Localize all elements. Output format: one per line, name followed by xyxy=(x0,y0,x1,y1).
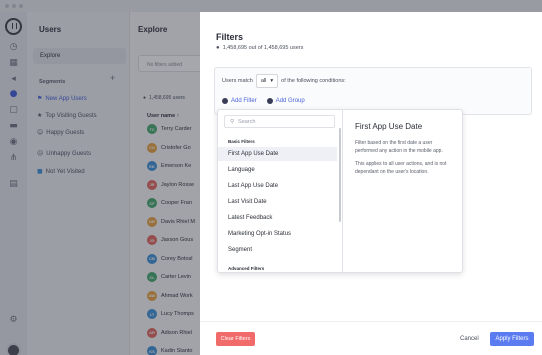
search-placeholder: Search xyxy=(238,118,256,125)
users-match-label: Users match xyxy=(222,78,253,84)
filters-footer: Clear Filters Cancel Apply Filters xyxy=(200,321,542,355)
clear-filters-button[interactable]: Clear Filters xyxy=(216,332,255,346)
filters-count-text: 1,458,695 out of 1,458,695 users xyxy=(222,45,304,51)
condition-actions: Add Filter Add Group xyxy=(222,98,305,104)
detail-description: Filter based on the first date a user pe… xyxy=(355,140,443,154)
filter-option[interactable]: First App Use Date xyxy=(218,147,337,161)
filter-option[interactable]: Last App Use Date xyxy=(218,179,337,193)
filter-option[interactable]: Marketing Opt-in Status xyxy=(218,227,337,241)
add-filter-label: Add Filter xyxy=(231,98,257,104)
match-select[interactable]: all ▾ xyxy=(255,74,279,88)
filter-search-input[interactable]: ⚲ Search xyxy=(224,115,335,128)
filter-group-label-advanced: Advanced Filters xyxy=(228,266,265,271)
filter-option[interactable]: Last Visit Date xyxy=(218,195,337,209)
users-icon: ● xyxy=(216,45,220,51)
filter-detail: First App Use Date Filter based on the f… xyxy=(342,110,462,272)
filter-option[interactable]: Segment xyxy=(218,243,337,257)
match-select-value: all xyxy=(260,78,267,84)
apply-filters-button[interactable]: Apply Filters xyxy=(490,332,534,346)
match-row: Users match all ▾ of the following condi… xyxy=(222,74,346,88)
filter-dropdown: ⚲ Search Basic Filters First App Use Dat… xyxy=(217,109,463,273)
plus-circle-icon xyxy=(222,98,228,104)
filter-option[interactable]: Language xyxy=(218,163,337,177)
detail-title: First App Use Date xyxy=(355,122,423,131)
chevron-down-icon: ▾ xyxy=(270,78,274,84)
filters-panel: Filters ● 1,458,695 out of 1,458,695 use… xyxy=(200,12,542,355)
filters-title: Filters xyxy=(216,32,244,42)
detail-note: This applies to all user actions, and is… xyxy=(355,161,447,175)
filters-count: ● 1,458,695 out of 1,458,695 users xyxy=(216,45,303,51)
add-group-button[interactable]: Add Group xyxy=(266,98,305,104)
conditions-label: of the following conditions: xyxy=(281,78,346,84)
add-filter-button[interactable]: Add Filter xyxy=(222,98,257,104)
filter-list: ⚲ Search Basic Filters First App Use Dat… xyxy=(218,110,341,272)
dropdown-scrollbar[interactable] xyxy=(339,128,341,222)
plus-circle-icon xyxy=(266,98,273,104)
cancel-button[interactable]: Cancel xyxy=(460,332,479,346)
filter-option[interactable]: Latest Feedback xyxy=(218,211,337,225)
conditions-box: Users match all ▾ of the following condi… xyxy=(214,67,532,115)
filter-group-label: Basic Filters xyxy=(228,139,255,144)
add-group-label: Add Group xyxy=(275,98,305,104)
search-icon: ⚲ xyxy=(230,118,235,125)
app-window: ◷ ▦ ◂ ● ▢ ▬ ◉ ⋔ ▤ ⚙ Users Explore Segmen… xyxy=(0,0,542,355)
